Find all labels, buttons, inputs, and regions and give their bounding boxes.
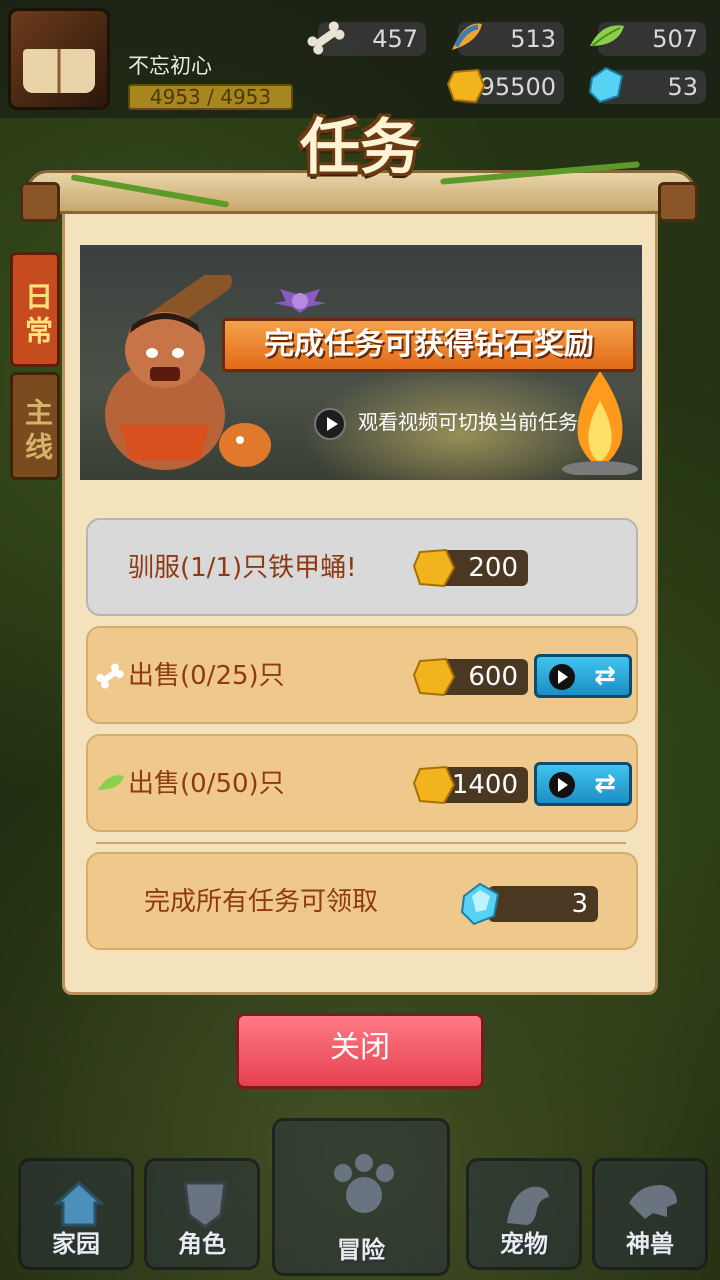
diamond-icon [588,66,624,104]
task-2-text: 出售(0/25)只 [128,661,285,691]
bone-icon [307,21,345,55]
diamond-counter: 53 [588,66,706,104]
bone-count: 457 [372,25,418,53]
bone-counter: 457 [307,21,426,56]
gold-coin-icon [412,657,456,697]
leaf-icon [590,25,624,47]
nav-home-label: 家园 [52,1230,100,1258]
nav-beast[interactable]: 神兽 [592,1158,708,1270]
nav-role-label: 角色 [178,1230,226,1258]
bonus-reward: 3 [488,886,598,922]
video-play-icon [549,772,575,798]
bone-icon [96,663,124,689]
divider [96,842,626,844]
fish-icon [452,23,482,50]
nav-adventure-label: 冒险 [337,1236,385,1264]
gold-coin-icon [412,765,456,805]
gold-counter: 95500 [446,68,564,104]
banner-headline: 完成任务可获得钻石奖励 [222,318,636,372]
refresh-icon: ⇄ [594,661,616,691]
player-name: 不忘初心 [128,54,212,78]
task-3-text: 出售(0/50)只 [128,769,285,799]
nav-home[interactable]: 家园 [18,1158,134,1270]
nav-role[interactable]: 角色 [144,1158,260,1270]
dialog-title: 任务 [300,113,420,183]
task-2-swap-video-button[interactable]: ⇄ [534,654,632,698]
bonus-reward-row[interactable]: 完成所有任务可领取 3 [86,852,638,950]
video-hint[interactable]: 观看视频可切换当前任务 [314,404,578,440]
caveman-icon [105,275,271,470]
top-status-bar: 不忘初心 4953 / 4953 457 513 507 95500 53 [0,0,720,118]
leaf-count: 507 [652,25,698,53]
gold-coin-icon [446,68,486,104]
scroll-rod-end-right [658,182,698,222]
tab-main-quest[interactable]: 主线 [10,372,60,480]
nav-pet-label: 宠物 [500,1230,548,1258]
video-play-icon [549,664,575,690]
task-3-swap-video-button[interactable]: ⇄ [534,762,632,806]
tab-daily[interactable]: 日常 [10,252,60,367]
gold-count: 95500 [479,73,556,101]
gold-coin-icon [412,548,456,588]
player-avatar[interactable] [8,8,110,110]
refresh-icon: ⇄ [594,769,616,799]
fish-count: 513 [510,25,556,53]
leaf-icon [98,775,124,790]
task-1-text: 驯服(1/1)只铁甲蛹! [128,553,357,583]
book-icon [23,49,95,93]
leaf-counter: 507 [590,22,706,56]
task-row-1: 驯服(1/1)只铁甲蛹! 200 [86,518,638,616]
bat-icon [274,289,326,313]
diamond-icon [460,882,500,926]
nav-beast-label: 神兽 [626,1230,674,1258]
xp-bar: 4953 / 4953 [128,84,293,110]
video-play-icon [314,407,346,440]
fish-counter: 513 [452,22,564,56]
paw-icon [334,1154,394,1213]
video-hint-text: 观看视频可切换当前任务 [358,410,578,434]
scroll-rod-end-left [20,182,60,222]
bonus-text: 完成所有任务可领取 [144,887,379,917]
nav-adventure[interactable]: 冒险 [272,1118,450,1276]
close-button[interactable]: 关闭 [236,1013,484,1089]
nav-pet[interactable]: 宠物 [466,1158,582,1270]
diamond-count: 53 [667,73,698,101]
